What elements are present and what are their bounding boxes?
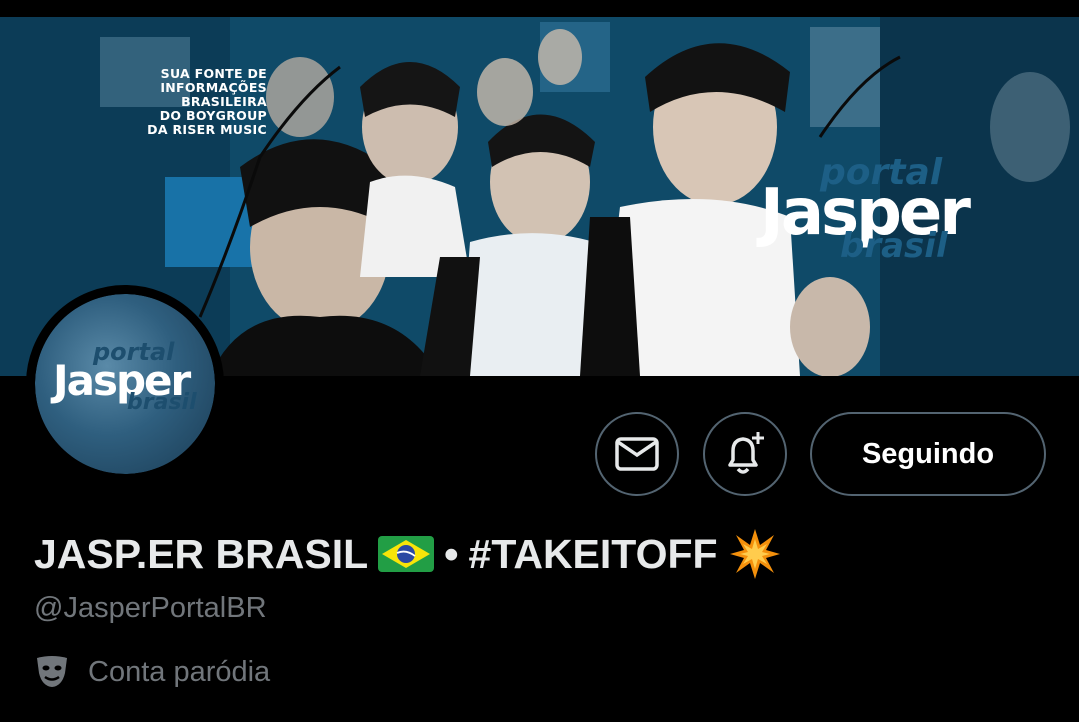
status-bar [0, 0, 1079, 17]
parody-label: Conta paródia [34, 655, 270, 689]
profile-name-text: JASP.ER BRASIL [34, 530, 369, 577]
tagline-line: DO BOYGROUP [159, 108, 267, 123]
name-separator: • [444, 530, 459, 577]
envelope-icon [615, 437, 659, 471]
following-button[interactable]: Seguindo [810, 412, 1046, 496]
bell-plus-icon [728, 432, 764, 474]
brazil-flag-emoji [378, 536, 435, 572]
theater-mask-icon [37, 656, 67, 687]
banner-logo: portal Jasper brasil [760, 152, 1010, 282]
avatar-logo-brasil: brasil [127, 390, 197, 415]
parody-label-text: Conta paródia [88, 655, 271, 688]
profile-hashtag: #TAKEITOFF [468, 530, 718, 577]
notifications-button[interactable] [703, 412, 787, 496]
logo-brasil: brasil [840, 226, 948, 266]
tagline-line: SUA FONTE DE [160, 66, 267, 81]
avatar[interactable]: portal Jasper brasil [26, 285, 224, 483]
profile-name: JASP.ER BRASIL • #TAKEITOFF [34, 527, 782, 581]
collision-emoji [729, 529, 780, 579]
avatar-image: portal Jasper brasil [35, 294, 215, 474]
tagline-line: BRASILEIRA [181, 94, 267, 109]
message-button[interactable] [595, 412, 679, 496]
banner-tagline: SUA FONTE DE INFORMAÇÕES BRASILEIRA DO B… [132, 67, 267, 137]
tagline-line: INFORMAÇÕES [160, 80, 267, 95]
profile-handle: @JasperPortalBR [34, 592, 267, 624]
tagline-line: DA RISER MUSIC [147, 122, 267, 137]
